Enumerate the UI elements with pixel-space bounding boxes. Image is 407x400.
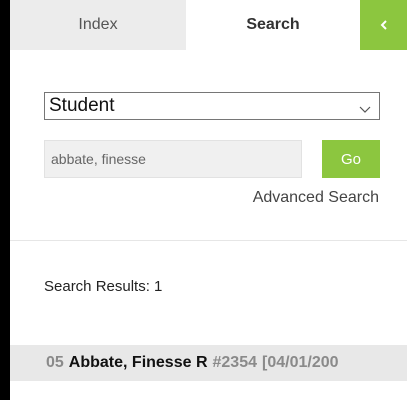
search-input-value: abbate, finesse [51, 151, 146, 167]
search-input[interactable]: abbate, finesse [44, 140, 302, 178]
chevron-down-icon [359, 101, 371, 119]
chevron-left-icon [380, 20, 388, 30]
result-date: [04/01/200 [262, 354, 339, 371]
tab-search-label: Search [246, 16, 300, 33]
result-student-name: Abbate, Finesse R [68, 354, 208, 371]
divider [10, 240, 407, 241]
go-button-label: Go [340, 150, 361, 168]
tab-search[interactable]: Search [186, 0, 360, 50]
search-results-count: Search Results: 1 [44, 278, 163, 295]
search-panel: Index Search Student abbate, finesse Go … [10, 0, 407, 400]
tab-strip: Index Search [10, 0, 407, 50]
search-type-value: Student [49, 95, 115, 116]
advanced-search-link[interactable]: Advanced Search [253, 189, 379, 207]
go-button[interactable]: Go [322, 140, 380, 178]
result-student-id: #2354 [212, 354, 258, 371]
collapse-panel-button[interactable] [360, 0, 407, 50]
search-type-select[interactable]: Student [44, 92, 380, 120]
tab-index-label: Index [78, 16, 118, 33]
tab-index[interactable]: Index [10, 0, 186, 50]
search-result-row[interactable]: 05 Abbate, Finesse R #2354 [04/01/200 [10, 345, 407, 381]
result-grade: 05 [46, 354, 64, 371]
